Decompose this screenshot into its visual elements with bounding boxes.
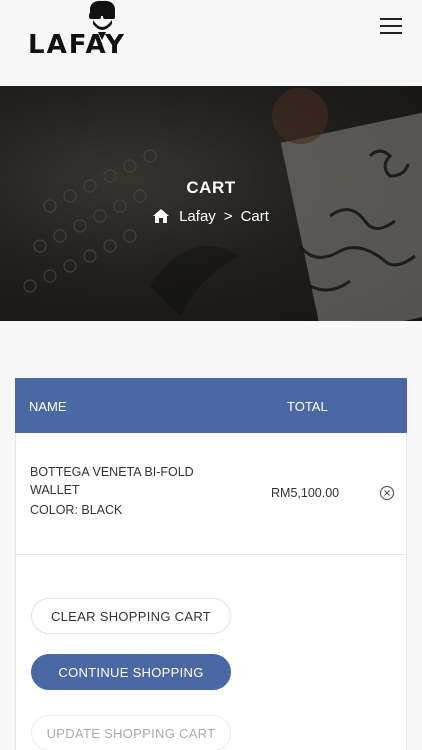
hamburger-menu-icon[interactable] xyxy=(380,18,402,36)
site-header: LAFAY xyxy=(0,0,422,86)
update-cart-button[interactable]: UPDATE SHOPPING CART xyxy=(31,715,231,750)
continue-shopping-button[interactable]: CONTINUE SHOPPING xyxy=(31,654,231,690)
product-color: COLOR: BLACK xyxy=(30,503,123,517)
page-banner: CART Lafay > Cart xyxy=(0,86,422,321)
cart-actions: CLEAR SHOPPING CART CONTINUE SHOPPING UP… xyxy=(15,555,407,750)
page-title: CART xyxy=(186,178,236,197)
lafay-logo[interactable]: LAFAY xyxy=(14,0,124,60)
column-header-total: TOTAL xyxy=(287,399,328,414)
column-header-name: NAME xyxy=(29,399,67,414)
logo-text: LAFAY xyxy=(28,30,126,60)
cart-table: NAME TOTAL BOTTEGA VENETA BI-FOLD WALLET… xyxy=(15,378,407,555)
clear-cart-button[interactable]: CLEAR SHOPPING CART xyxy=(31,598,231,634)
remove-circle-icon[interactable] xyxy=(379,485,395,501)
product-name[interactable]: BOTTEGA VENETA BI-FOLD WALLET xyxy=(30,463,230,499)
product-total: RM5,100.00 xyxy=(271,486,340,500)
cart-table-header: NAME TOTAL xyxy=(15,378,407,433)
breadcrumb-separator: > xyxy=(223,208,233,225)
breadcrumb-current: Cart xyxy=(240,208,269,225)
cart-item-row: BOTTEGA VENETA BI-FOLD WALLET COLOR: BLA… xyxy=(15,433,407,555)
breadcrumb: Lafay > Cart xyxy=(0,208,422,225)
home-icon[interactable] xyxy=(153,209,170,223)
breadcrumb-home-link[interactable]: Lafay xyxy=(179,208,216,225)
